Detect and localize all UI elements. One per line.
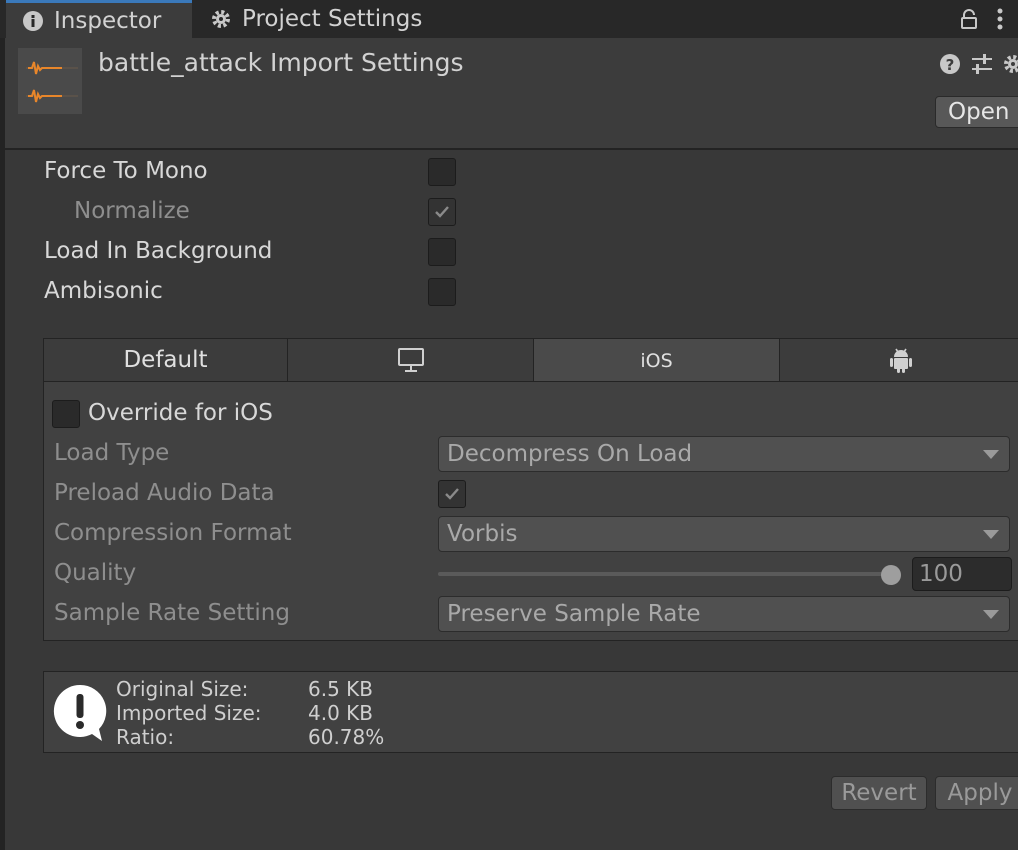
quality-slider-track[interactable] bbox=[438, 572, 890, 576]
more-icon[interactable] bbox=[994, 8, 1006, 36]
original-size-value: 6.5 KB bbox=[308, 677, 373, 701]
imported-size-value: 4.0 KB bbox=[308, 701, 373, 725]
override-for-ios-checkbox[interactable] bbox=[52, 400, 80, 428]
chevron-down-icon bbox=[983, 610, 999, 619]
tab-android[interactable] bbox=[779, 338, 1018, 382]
preset-icon[interactable] bbox=[970, 53, 994, 81]
audio-asset-icon bbox=[18, 48, 82, 114]
chevron-down-icon bbox=[983, 530, 999, 539]
compression-format-dropdown[interactable]: Vorbis bbox=[438, 516, 1010, 552]
load-in-background-checkbox[interactable] bbox=[428, 238, 456, 266]
ratio-label: Ratio: bbox=[116, 725, 175, 749]
tab-inspector-label: Inspector bbox=[54, 7, 162, 34]
open-button[interactable]: Open bbox=[935, 96, 1018, 128]
load-type-dropdown[interactable]: Decompress On Load bbox=[438, 436, 1010, 472]
gear-icon bbox=[210, 8, 232, 30]
settings-icon[interactable] bbox=[1002, 53, 1018, 81]
checkmark-icon bbox=[445, 488, 459, 500]
chevron-down-icon bbox=[983, 450, 999, 459]
tab-standalone[interactable] bbox=[287, 338, 534, 382]
apply-button[interactable]: Apply bbox=[935, 776, 1018, 810]
ratio-value: 60.78% bbox=[308, 725, 385, 749]
lock-icon[interactable] bbox=[958, 8, 980, 36]
svg-text:?: ? bbox=[946, 56, 955, 74]
ambisonic-checkbox[interactable] bbox=[428, 278, 456, 306]
normalize-checkbox[interactable] bbox=[428, 198, 456, 226]
compression-format-label: Compression Format bbox=[54, 520, 292, 546]
help-icon[interactable]: ? bbox=[939, 53, 961, 81]
tab-project-settings-label: Project Settings bbox=[242, 6, 423, 32]
original-size-label: Original Size: bbox=[116, 677, 249, 701]
override-for-ios-label: Override for iOS bbox=[88, 400, 273, 426]
tab-inspector[interactable]: Inspector bbox=[6, 0, 192, 38]
load-in-background-label: Load In Background bbox=[44, 238, 273, 264]
imported-size-label: Imported Size: bbox=[116, 701, 262, 725]
checkmark-icon bbox=[435, 206, 449, 218]
page-title: battle_attack Import Settings bbox=[98, 48, 464, 77]
sample-rate-setting-dropdown[interactable]: Preserve Sample Rate bbox=[438, 596, 1010, 632]
info-icon bbox=[52, 683, 108, 749]
preload-audio-data-checkbox[interactable] bbox=[438, 480, 466, 508]
preload-audio-data-label: Preload Audio Data bbox=[54, 480, 275, 506]
load-type-value: Decompress On Load bbox=[447, 441, 693, 467]
info-icon bbox=[22, 10, 44, 32]
monitor-icon bbox=[397, 348, 424, 372]
ambisonic-label: Ambisonic bbox=[44, 278, 163, 304]
quality-slider-handle[interactable] bbox=[881, 565, 901, 585]
normalize-label: Normalize bbox=[74, 198, 190, 224]
load-type-label: Load Type bbox=[54, 440, 170, 466]
left-border bbox=[0, 38, 5, 850]
tab-project-settings[interactable]: Project Settings bbox=[208, 0, 450, 38]
compression-format-value: Vorbis bbox=[447, 521, 518, 547]
force-to-mono-checkbox[interactable] bbox=[428, 158, 456, 186]
tab-ios[interactable]: iOS bbox=[533, 338, 780, 382]
revert-button[interactable]: Revert bbox=[831, 776, 927, 810]
platform-tabs: Default iOS bbox=[43, 338, 1018, 382]
quality-label: Quality bbox=[54, 560, 137, 586]
tab-default[interactable]: Default bbox=[43, 338, 288, 382]
android-icon bbox=[890, 348, 912, 373]
quality-number-field[interactable]: 100 bbox=[912, 557, 1012, 591]
force-to-mono-label: Force To Mono bbox=[44, 158, 208, 184]
sample-rate-setting-label: Sample Rate Setting bbox=[54, 600, 290, 626]
sample-rate-setting-value: Preserve Sample Rate bbox=[447, 601, 701, 627]
